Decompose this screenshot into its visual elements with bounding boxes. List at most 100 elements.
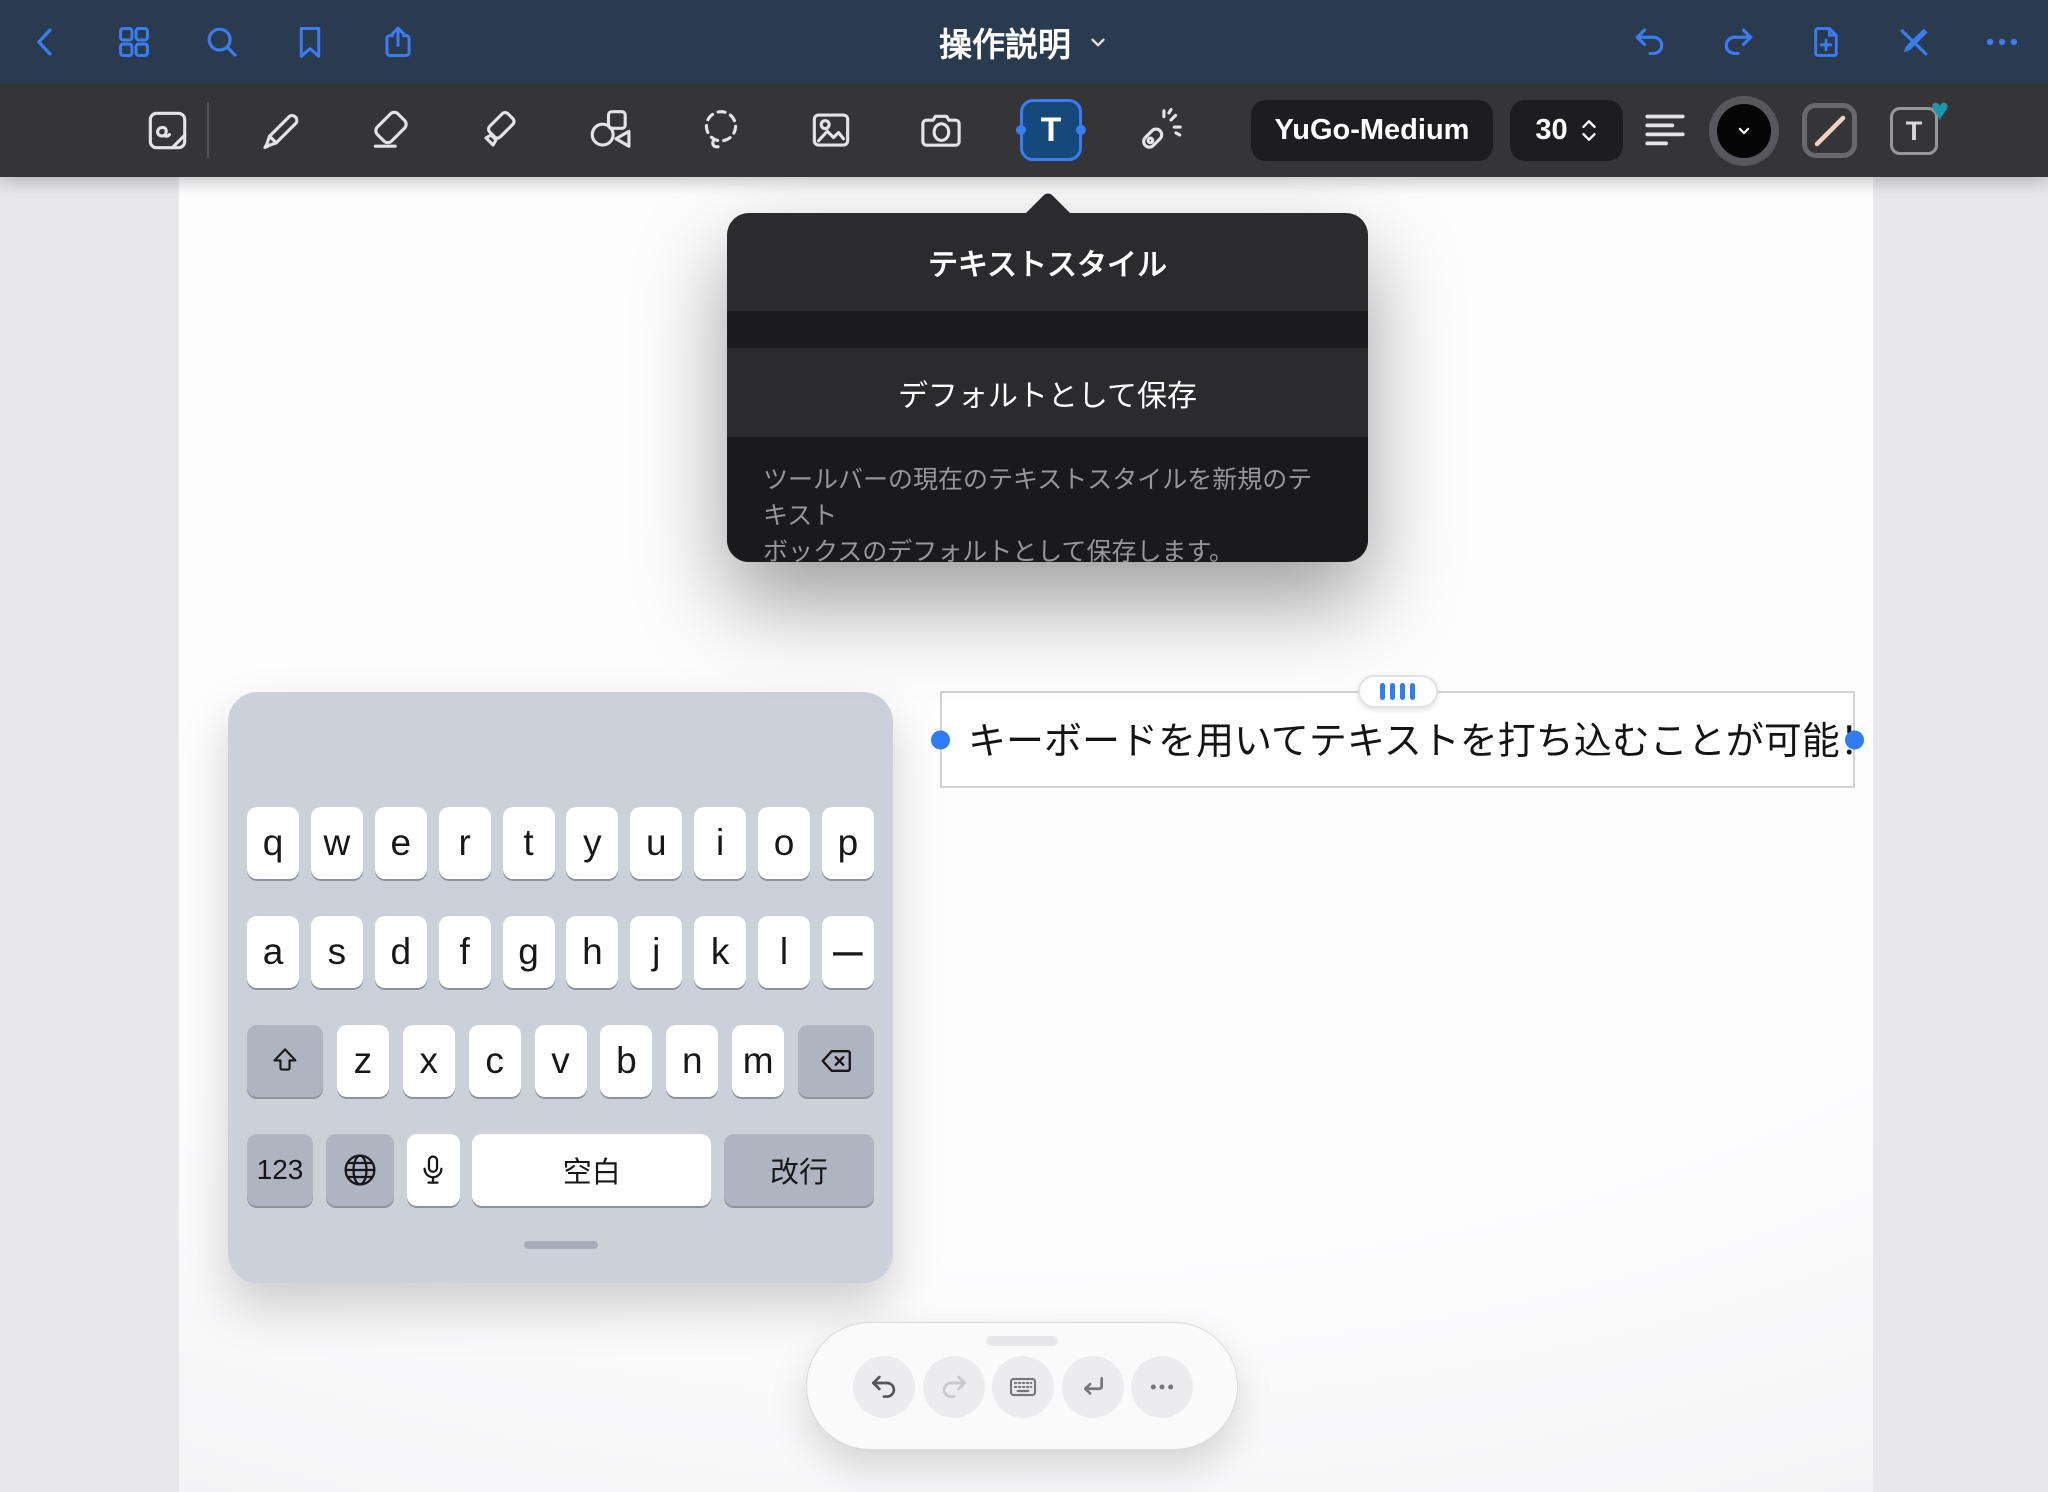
- letter-key[interactable]: y: [566, 807, 618, 879]
- letter-key[interactable]: m: [732, 1025, 784, 1097]
- mic-key[interactable]: [407, 1134, 460, 1206]
- letter-key[interactable]: w: [311, 807, 363, 879]
- highlighter-icon: [476, 105, 526, 155]
- mini-toolbar-drag-handle[interactable]: [986, 1336, 1058, 1346]
- space-key[interactable]: 空白: [472, 1134, 711, 1206]
- letter-key[interactable]: e: [375, 807, 427, 879]
- letter-key[interactable]: i: [694, 807, 746, 879]
- font-size-stepper[interactable]: 30: [1510, 100, 1623, 161]
- image-icon: [806, 105, 856, 155]
- letter-key[interactable]: l: [758, 916, 810, 988]
- more-button[interactable]: [1980, 20, 2024, 64]
- popover-separator-band: [727, 310, 1368, 349]
- favorite-text-glyph: T: [1906, 116, 1923, 147]
- pen-toggle-button[interactable]: [1892, 20, 1936, 64]
- letter-key[interactable]: z: [337, 1025, 389, 1097]
- search-button[interactable]: [200, 20, 244, 64]
- eraser-tool[interactable]: [360, 99, 422, 161]
- letter-key[interactable]: n: [666, 1025, 718, 1097]
- letter-key[interactable]: ー: [822, 916, 874, 988]
- camera-icon: [916, 105, 966, 155]
- add-page-icon: [1807, 23, 1845, 61]
- bookmark-icon: [291, 23, 329, 61]
- camera-tool[interactable]: [910, 99, 972, 161]
- topbar-right-group: [1628, 20, 2024, 64]
- letter-key[interactable]: r: [439, 807, 491, 879]
- letter-key[interactable]: c: [469, 1025, 521, 1097]
- letter-key[interactable]: t: [503, 807, 555, 879]
- top-navigation-bar: 操作説明: [0, 0, 2048, 84]
- letter-key[interactable]: h: [566, 916, 618, 988]
- keyboard-row-3: z x c v b n m: [247, 1025, 874, 1097]
- keyboard-rows: q w e r t y u i o p a s d f g h j k l: [247, 807, 874, 1206]
- letter-key[interactable]: v: [535, 1025, 587, 1097]
- font-name-button[interactable]: YuGo-Medium: [1251, 100, 1493, 161]
- letter-key[interactable]: o: [758, 807, 810, 879]
- add-page-button[interactable]: [1804, 20, 1848, 64]
- mini-keyboard-button[interactable]: [992, 1356, 1054, 1418]
- eraser-icon: [366, 105, 416, 155]
- text-tool-glyph: T: [1041, 111, 1062, 150]
- highlighter-tool[interactable]: [470, 99, 532, 161]
- return-key[interactable]: 改行: [724, 1134, 874, 1206]
- text-color-button[interactable]: [1717, 104, 1771, 158]
- letter-key[interactable]: a: [247, 916, 299, 988]
- letter-key[interactable]: p: [822, 807, 874, 879]
- letter-key[interactable]: k: [694, 916, 746, 988]
- mini-return-button[interactable]: [1062, 1356, 1124, 1418]
- letter-key[interactable]: g: [503, 916, 555, 988]
- lasso-icon: [696, 105, 746, 155]
- shift-key[interactable]: [247, 1025, 323, 1097]
- text-align-button[interactable]: [1634, 99, 1696, 161]
- backspace-icon: [817, 1042, 855, 1080]
- notebook-pen-icon: [142, 105, 192, 155]
- lasso-tool[interactable]: [690, 99, 752, 161]
- mini-redo-button-disabled[interactable]: [923, 1356, 985, 1418]
- selection-handle-left[interactable]: [931, 730, 950, 749]
- document-title[interactable]: 操作説明: [939, 18, 1109, 66]
- letter-key[interactable]: d: [375, 916, 427, 988]
- font-name-label: YuGo-Medium: [1275, 114, 1470, 147]
- letter-key[interactable]: j: [630, 916, 682, 988]
- letter-key[interactable]: u: [630, 807, 682, 879]
- text-style-favorite-button[interactable]: T ♥: [1890, 107, 1938, 155]
- notebook-panel-button[interactable]: [136, 99, 198, 161]
- numbers-key[interactable]: 123: [247, 1134, 313, 1206]
- save-as-default-button[interactable]: デフォルトとして保存: [727, 349, 1368, 437]
- back-button[interactable]: [24, 20, 68, 64]
- stroke-style-button[interactable]: [1802, 103, 1857, 158]
- pen-tool[interactable]: [250, 99, 312, 161]
- letter-key[interactable]: f: [439, 916, 491, 988]
- tools-toolbar: T YuGo-Medium 30 T ♥: [0, 84, 2048, 177]
- keyboard-drag-handle[interactable]: [524, 1241, 598, 1249]
- text-box-drag-handle[interactable]: [1358, 675, 1438, 708]
- bookmark-button[interactable]: [288, 20, 332, 64]
- shapes-tool[interactable]: [580, 99, 642, 161]
- letter-key[interactable]: x: [403, 1025, 455, 1097]
- shift-icon: [268, 1044, 302, 1078]
- onscreen-keyboard: q w e r t y u i o p a s d f g h j k l: [228, 692, 893, 1283]
- backspace-key[interactable]: [798, 1025, 874, 1097]
- heart-icon: ♥: [1931, 94, 1949, 125]
- popover-description: ツールバーの現在のテキストスタイルを新規のテキスト ボックスのデフォルトとして保…: [727, 437, 1368, 562]
- mini-more-button[interactable]: [1131, 1356, 1193, 1418]
- page-thumbnails-button[interactable]: [112, 20, 156, 64]
- letter-key[interactable]: s: [311, 916, 363, 988]
- image-tool[interactable]: [800, 99, 862, 161]
- redo-button[interactable]: [1716, 20, 1760, 64]
- laser-pointer-tool[interactable]: [1130, 99, 1192, 161]
- letter-key[interactable]: q: [247, 807, 299, 879]
- globe-key[interactable]: [326, 1134, 394, 1206]
- undo-button[interactable]: [1628, 20, 1672, 64]
- letter-key[interactable]: b: [600, 1025, 652, 1097]
- ellipsis-icon: [1983, 23, 2021, 61]
- description-line-1: ツールバーの現在のテキストスタイルを新規のテキスト: [763, 462, 1332, 534]
- mini-undo-button[interactable]: [853, 1356, 915, 1418]
- text-tool-selected[interactable]: T: [1020, 99, 1082, 161]
- redo-icon: [1719, 23, 1757, 61]
- undo-icon: [1631, 23, 1669, 61]
- share-button[interactable]: [376, 20, 420, 64]
- toolbar-divider: [207, 102, 209, 158]
- selection-handle-right[interactable]: [1845, 730, 1864, 749]
- text-box[interactable]: キーボードを用いてテキストを打ち込むことが可能！: [940, 691, 1855, 788]
